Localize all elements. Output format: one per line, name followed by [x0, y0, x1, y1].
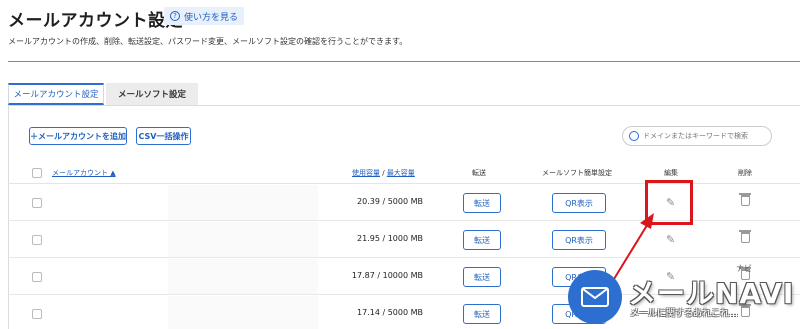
envelope-icon [581, 287, 609, 307]
mail-logo-circle [568, 270, 622, 324]
watermark-tagline: メールに関するあれこれ… [630, 309, 739, 319]
envelope-flap [583, 289, 607, 300]
watermark-logo: メールNAVI ナビ メールに関するあれこれ… [568, 262, 800, 329]
watermark-ruby: ナビ [736, 264, 752, 273]
